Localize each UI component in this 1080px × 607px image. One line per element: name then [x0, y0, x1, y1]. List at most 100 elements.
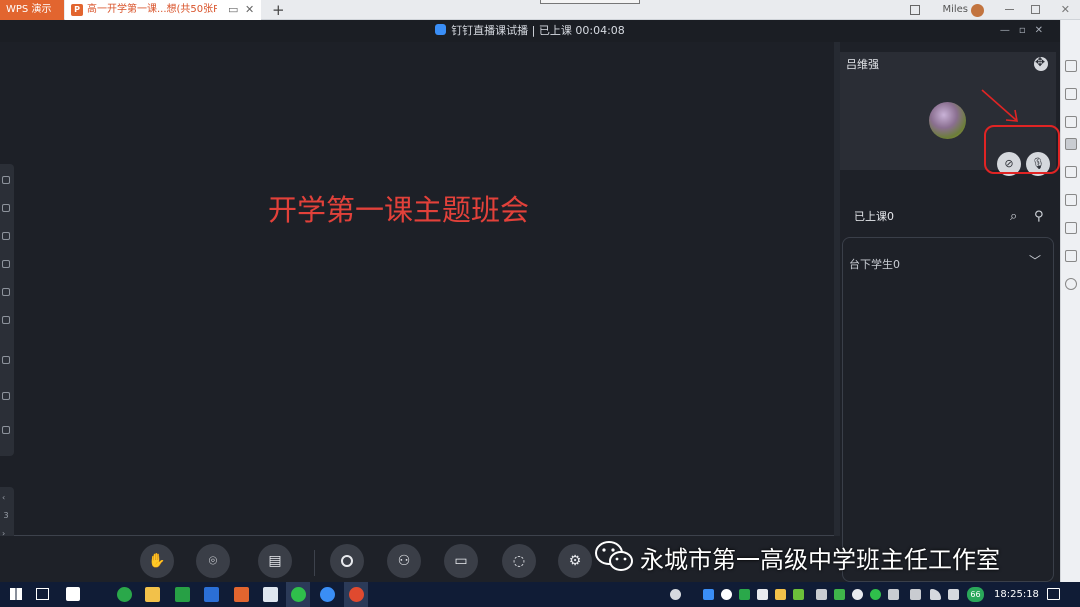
tray-icon[interactable]	[670, 589, 681, 600]
annotation-highlight-box	[984, 125, 1060, 174]
live-class-window: 钉钉直播课试播 | 已上课 00:04:08 —▫✕ 开学第一课主题班会 ‹ 3…	[0, 20, 1060, 582]
chat-button[interactable]: ◌	[502, 544, 536, 578]
document-tab[interactable]: P 高一开学第一课...想(共50张P ▭ ✕	[65, 0, 261, 20]
add-member-icon[interactable]: ⚲	[1034, 200, 1044, 234]
teacher-avatar	[929, 102, 966, 139]
wechat-icon	[595, 541, 633, 571]
wps-app-tab[interactable]: WPS 演示	[0, 0, 64, 20]
new-tab-button[interactable]: +	[272, 0, 285, 20]
select-icon[interactable]	[2, 204, 10, 212]
presentation-file-icon: P	[71, 4, 83, 16]
browser-icon[interactable]	[117, 587, 132, 602]
toolbar-divider	[314, 550, 315, 576]
side-tool-icon[interactable]	[1065, 116, 1077, 128]
tab-close-icon[interactable]: ✕	[245, 0, 254, 20]
slide-stage: 开学第一课主题班会 ‹ 3 ›	[0, 42, 838, 547]
document-tab-label: 高一开学第一课...想(共50张P	[87, 4, 217, 15]
record-button[interactable]	[330, 544, 364, 578]
monitor-icon: ▭	[454, 553, 468, 569]
app-icon[interactable]	[66, 587, 80, 601]
class-attendance-row: 已上课0 ⌕ ⚲	[840, 200, 1056, 234]
taskbar-clock[interactable]: 18:25:18	[994, 582, 1039, 607]
minimize-icon[interactable]	[1005, 9, 1014, 10]
tray-icon[interactable]	[757, 589, 768, 600]
shield-icon	[435, 24, 447, 35]
shield-tray-icon[interactable]	[834, 589, 845, 600]
folder-icon[interactable]	[145, 587, 160, 602]
history-icon[interactable]	[1065, 278, 1077, 290]
sliders-icon[interactable]	[1065, 250, 1077, 262]
eraser-icon[interactable]	[2, 356, 10, 364]
spreadsheet-icon[interactable]	[175, 587, 190, 602]
text-icon[interactable]	[2, 316, 10, 324]
clear-icon[interactable]	[2, 426, 10, 434]
writer-icon[interactable]	[204, 587, 219, 602]
side-tool-icon[interactable]	[1065, 138, 1077, 150]
tray-icon[interactable]	[852, 589, 863, 600]
invite-button[interactable]: ⚇	[387, 544, 421, 578]
gear-icon: ⚙	[568, 553, 582, 569]
volume-icon[interactable]	[948, 589, 959, 600]
notepad-icon[interactable]	[263, 587, 278, 602]
keyboard-icon[interactable]	[910, 589, 921, 600]
side-tool-icon[interactable]	[1065, 60, 1077, 72]
windows-start-icon[interactable]	[10, 588, 22, 600]
search-icon[interactable]: ⌕	[1010, 200, 1017, 234]
tray-icon[interactable]	[739, 589, 750, 600]
document-button[interactable]: ▤	[258, 544, 292, 578]
tab-restore-icon[interactable]: ▭	[228, 0, 238, 20]
tray-icon[interactable]	[793, 589, 804, 600]
settings-button[interactable]: ⚙	[558, 544, 592, 578]
pen-icon[interactable]	[2, 232, 10, 240]
shape-icon[interactable]	[2, 260, 10, 268]
live-app-icon[interactable]	[349, 587, 364, 602]
hand-icon: ✋	[148, 553, 166, 569]
notification-badge[interactable]: 66	[967, 587, 984, 602]
cursor-icon[interactable]	[2, 176, 10, 184]
live-title: 钉钉直播课试播 | 已上课 00:04:08	[451, 24, 625, 37]
wps-app-tab-label: WPS 演示	[6, 4, 52, 15]
windows-taskbar: 66 18:25:18	[0, 582, 1080, 607]
tray-icon[interactable]	[721, 589, 732, 600]
dingtalk-icon[interactable]	[320, 587, 335, 602]
line-icon[interactable]	[2, 288, 10, 296]
students-label: 台下学生0	[849, 258, 900, 271]
presentation-icon[interactable]	[234, 587, 249, 602]
wechat-app-icon[interactable]	[291, 587, 306, 602]
fullscreen-icon[interactable]	[1034, 55, 1048, 71]
wechat-tray-icon[interactable]	[870, 589, 881, 600]
students-list: 台下学生0 ﹀	[842, 237, 1054, 582]
maximize-icon[interactable]	[1031, 5, 1040, 14]
location-button[interactable]: ⌾	[196, 544, 230, 578]
star-icon[interactable]	[1065, 222, 1077, 234]
user-name[interactable]: Miles	[942, 0, 968, 20]
live-title-bar: 钉钉直播课试播 | 已上课 00:04:08 —▫✕	[0, 20, 1060, 42]
slide-title: 开学第一课主题班会	[268, 193, 530, 227]
raise-hand-button[interactable]: ✋	[140, 544, 174, 578]
prev-page-icon[interactable]: ‹	[2, 493, 5, 502]
tray-icon[interactable]	[816, 589, 827, 600]
participant-panel: 吕维强 ⊘ 🎙 已上课0 ⌕ ⚲ 台下学生0 ﹀	[840, 42, 1060, 582]
chevron-down-icon[interactable]: ﹀	[1029, 252, 1041, 269]
live-window-controls[interactable]: —▫✕	[1000, 20, 1052, 42]
wifi-icon[interactable]	[930, 589, 941, 600]
screen-share-button[interactable]: ▭	[444, 544, 478, 578]
share-icon[interactable]	[1065, 166, 1077, 178]
top-scroll-thumb[interactable]	[540, 0, 640, 4]
teacher-name: 吕维强	[846, 58, 879, 71]
class-attendance-label: 已上课0	[854, 210, 894, 223]
side-tool-icon[interactable]	[1065, 194, 1077, 206]
cloud-icon[interactable]	[888, 589, 899, 600]
annotation-toolbar	[0, 164, 14, 456]
task-view-icon[interactable]	[36, 588, 49, 600]
tray-icon[interactable]	[775, 589, 786, 600]
tray-icon[interactable]	[703, 589, 714, 600]
notification-center-icon[interactable]	[1047, 588, 1060, 600]
close-icon[interactable]: ✕	[1061, 0, 1070, 20]
side-tool-icon[interactable]	[1065, 88, 1077, 100]
document-icon: ▤	[268, 553, 282, 569]
window-layout-icon[interactable]	[910, 5, 920, 15]
add-user-icon: ⚇	[397, 553, 411, 569]
user-avatar[interactable]	[971, 4, 984, 17]
color-icon[interactable]	[2, 392, 10, 400]
